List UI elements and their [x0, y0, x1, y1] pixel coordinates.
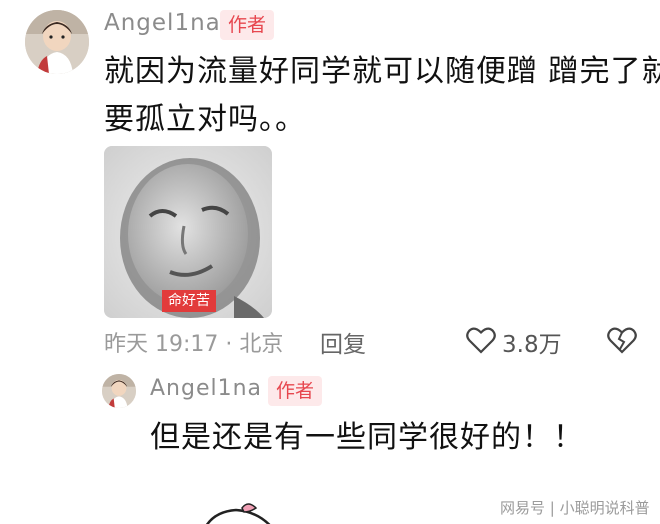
reply-author-badge: 作者 [268, 376, 323, 406]
heart-outline-icon[interactable] [466, 326, 496, 354]
meme-caption: 命好苦 [162, 290, 216, 312]
sticker-partial [196, 502, 286, 524]
comment-text-line2: 要孤立对吗。。 [104, 102, 306, 137]
reply-text: 但是还是有一些同学很好的！！ [150, 420, 584, 455]
watermark: 网易号 | 小聪明说科普 [500, 499, 650, 517]
reply-username[interactable]: Angel1na [150, 376, 262, 401]
like-count: 3.8万 [502, 332, 562, 358]
avatar[interactable] [25, 10, 89, 74]
comment-timestamp: 昨天 19:17 · 北京 [104, 332, 284, 357]
comment-username[interactable]: Angel1na [104, 10, 221, 36]
reply-button[interactable]: 回复 [320, 325, 366, 359]
author-badge: 作者 [220, 10, 275, 40]
meme-image[interactable]: 命好苦 [104, 146, 272, 318]
reply-avatar[interactable] [102, 374, 136, 408]
broken-heart-icon[interactable] [607, 326, 637, 354]
comment-text-line1: 就因为流量好同学就可以随便蹭 蹭完了就 [104, 54, 660, 89]
